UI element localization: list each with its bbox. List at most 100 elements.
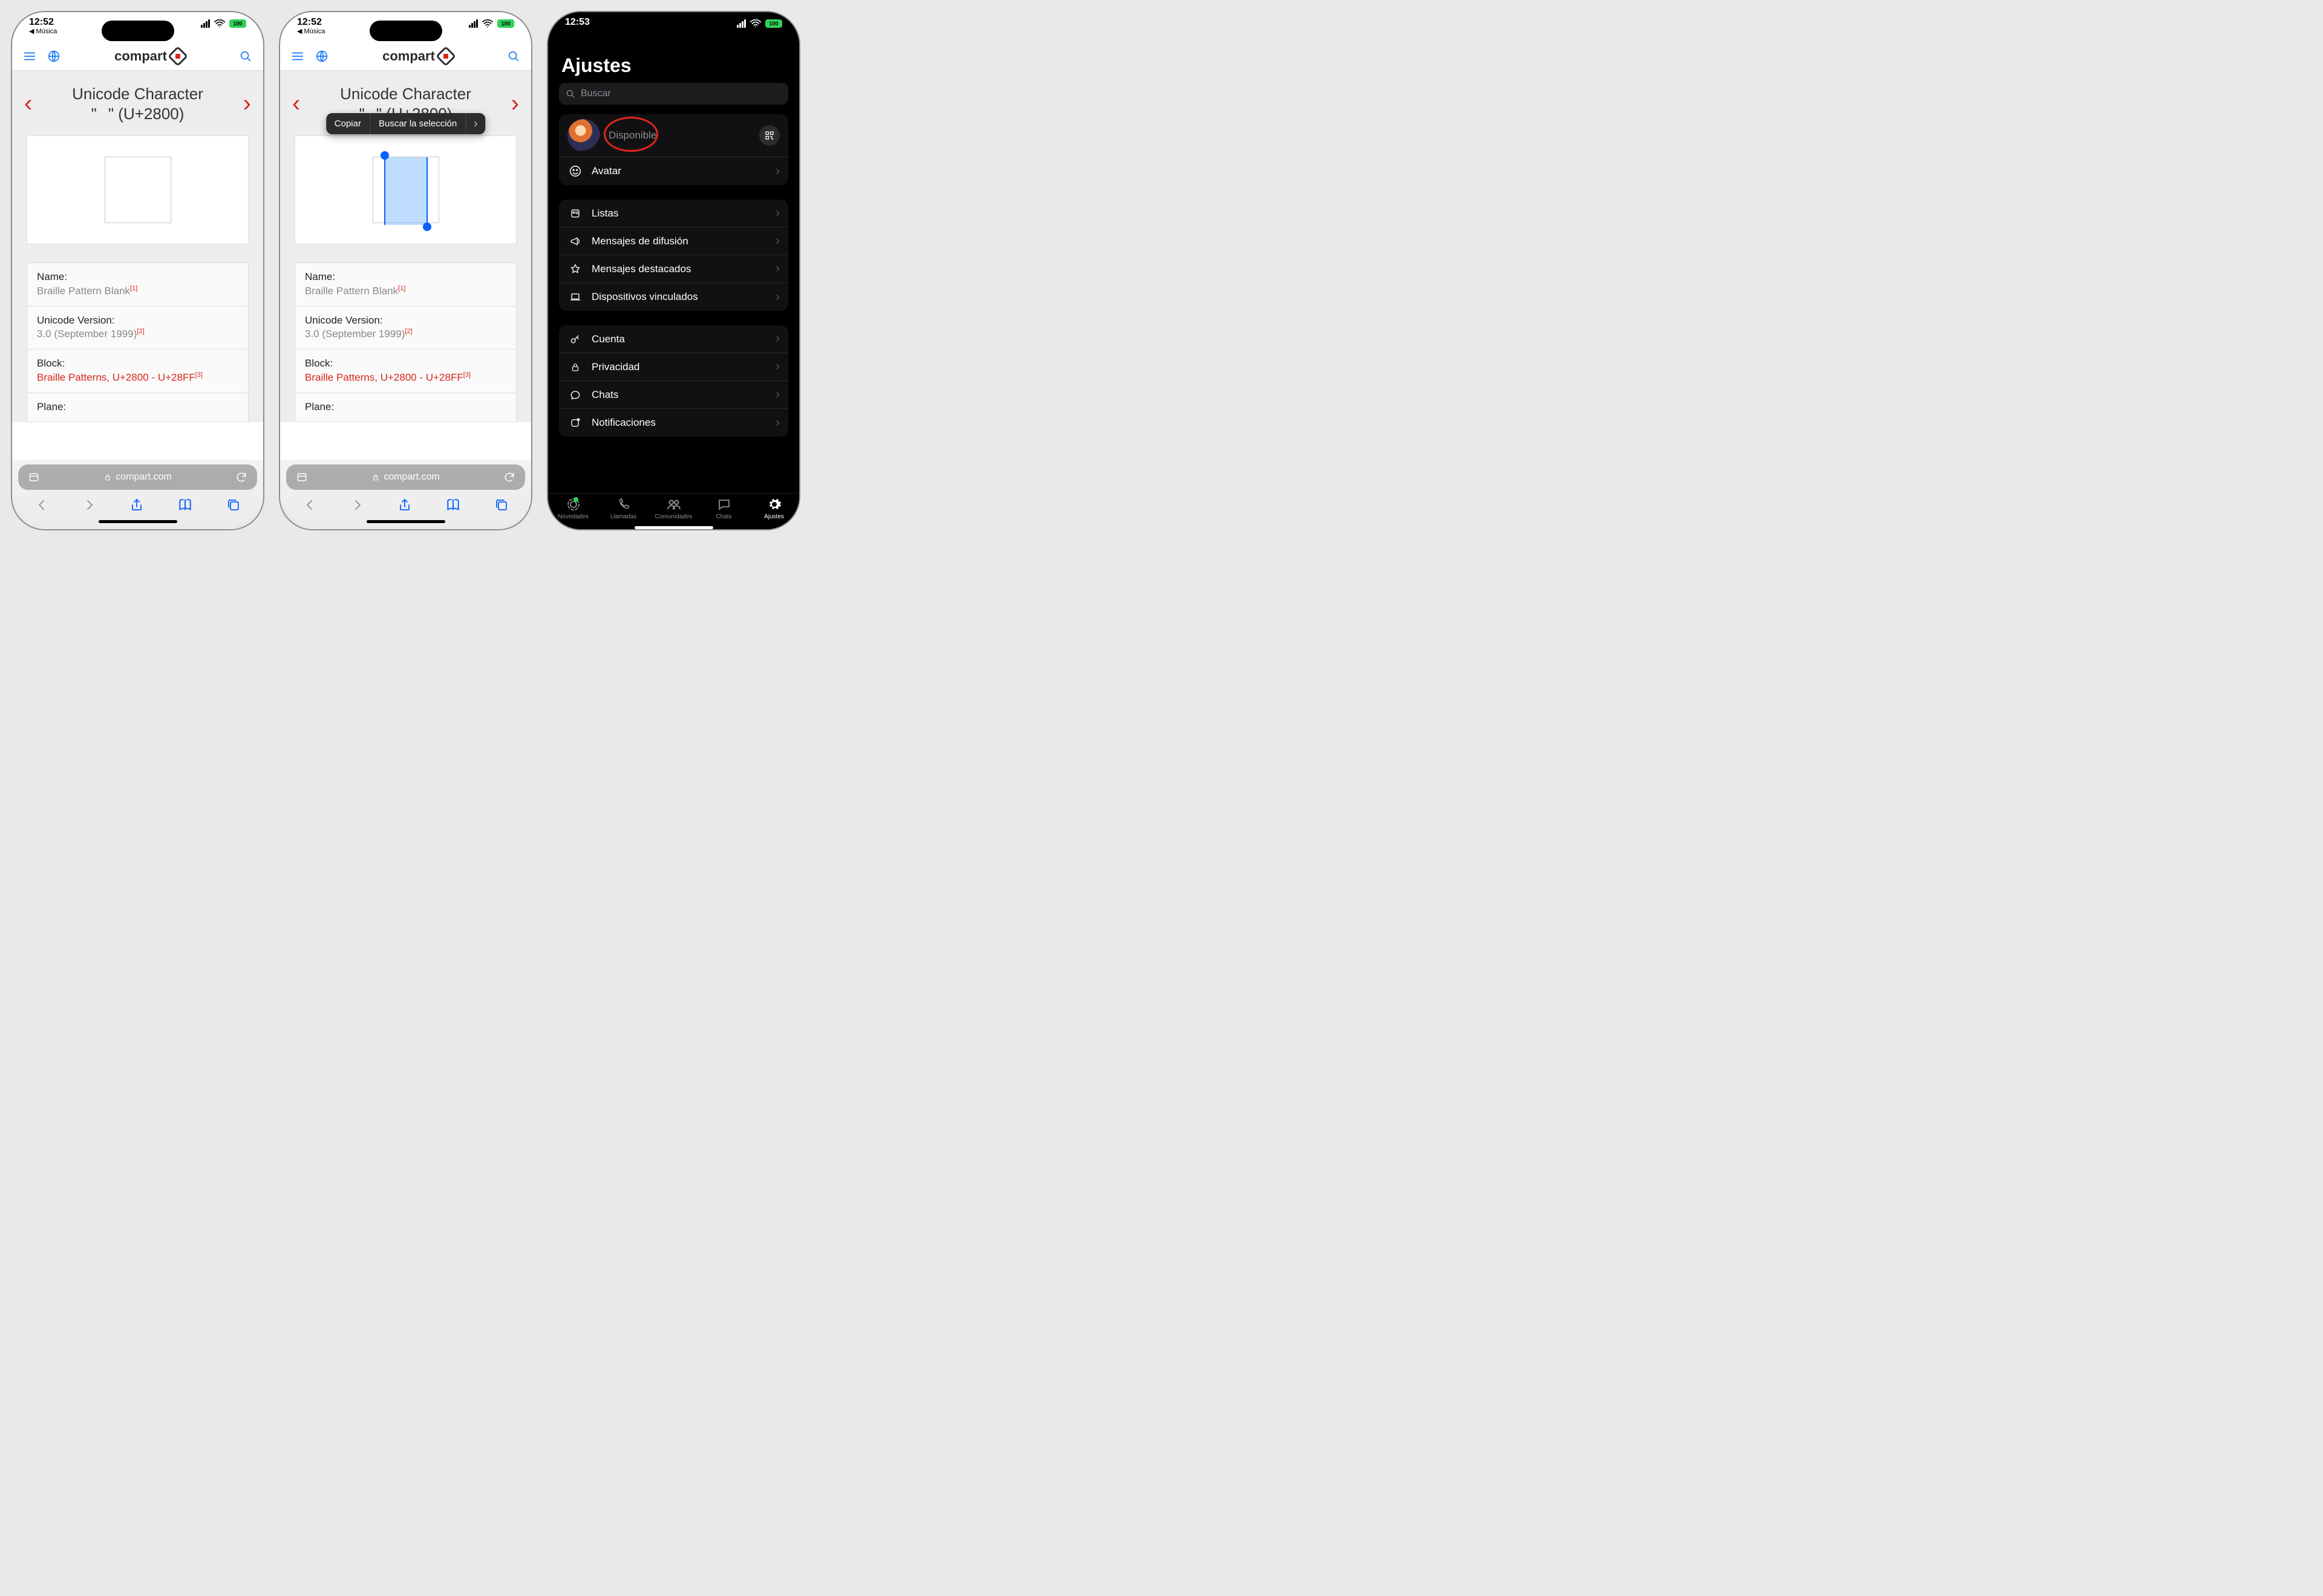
info-plane: Plane: [27, 393, 248, 422]
home-indicator[interactable] [367, 520, 445, 523]
next-char-arrow[interactable]: › [242, 90, 252, 117]
battery-icon: 100 [497, 19, 514, 28]
info-block: Block: Braille Patterns, U+2800 - U+28FF… [27, 350, 248, 393]
search-icon[interactable] [507, 50, 520, 63]
menu-icon[interactable] [23, 50, 36, 63]
chevron-right-icon: › [776, 164, 780, 178]
qr-code-button[interactable] [759, 125, 780, 146]
menu-icon[interactable] [291, 50, 304, 63]
row-destacados[interactable]: Mensajes destacados› [559, 255, 788, 283]
info-name: Name: Braille Pattern Blank[1] [27, 263, 248, 307]
home-indicator[interactable] [99, 520, 177, 523]
row-chats[interactable]: Chats› [559, 381, 788, 409]
clock-time: 12:53 [565, 17, 590, 28]
settings-group-2: Cuenta› Privacidad› Chats› Notificacione… [559, 325, 788, 437]
back-icon[interactable] [34, 498, 49, 512]
clock-time: 12:52 [29, 17, 57, 28]
profile-card: Disponible Avatar › [559, 114, 788, 185]
url-domain: compart.com [116, 472, 171, 483]
dynamic-island [370, 21, 442, 41]
glyph-box[interactable] [105, 157, 171, 223]
tab-novedades[interactable]: Novedades [548, 497, 598, 520]
row-difusion[interactable]: Mensajes de difusión› [559, 227, 788, 255]
dynamic-island [102, 21, 174, 41]
bookmarks-icon[interactable] [445, 497, 461, 513]
site-header: compart [12, 44, 263, 71]
clock-time: 12:52 [297, 17, 325, 28]
cell-signal-icon [201, 19, 210, 28]
dynamic-island [638, 21, 710, 41]
share-icon[interactable] [397, 498, 412, 512]
text-selection-menu: Copiar Buscar la selección [326, 113, 485, 134]
brand-logo[interactable]: compart [382, 48, 453, 64]
next-char-arrow[interactable]: › [510, 90, 520, 117]
menu-search-selection[interactable]: Buscar la selección [370, 113, 466, 134]
back-icon[interactable] [302, 498, 317, 512]
row-listas[interactable]: Listas› [559, 200, 788, 227]
forward-icon [350, 498, 365, 512]
back-to-app[interactable]: ◀ Música [297, 28, 325, 35]
refresh-icon[interactable] [503, 471, 515, 483]
tab-chats[interactable]: Chats [699, 497, 749, 520]
lock-icon [103, 473, 112, 481]
share-icon[interactable] [129, 498, 144, 512]
lock-icon [567, 362, 583, 373]
back-to-app[interactable]: ◀ Música [29, 28, 57, 35]
tab-ajustes[interactable]: Ajustes [749, 497, 799, 520]
refresh-icon[interactable] [235, 471, 247, 483]
menu-copy[interactable]: Copiar [326, 113, 370, 134]
row-dispositivos[interactable]: Dispositivos vinculados› [559, 283, 788, 311]
info-block: Block: Braille Patterns, U+2800 - U+28FF… [295, 350, 516, 393]
wifi-icon [481, 17, 494, 30]
page-content: ‹ Unicode Character"⠀" (U+2800) › Name: … [12, 71, 263, 422]
row-notificaciones[interactable]: Notificaciones› [559, 409, 788, 437]
megaphone-icon [567, 235, 583, 247]
search-placeholder: Buscar [581, 88, 611, 99]
battery-icon: 100 [765, 19, 782, 28]
home-indicator[interactable] [635, 526, 713, 529]
tabs-icon[interactable] [494, 498, 509, 512]
profile-status: Disponible [609, 129, 656, 142]
selection-handle-end[interactable] [423, 223, 431, 231]
bookmarks-icon[interactable] [177, 497, 193, 513]
info-version: Unicode Version: 3.0 (September 1999)[2] [27, 307, 248, 350]
prev-char-arrow[interactable]: ‹ [23, 90, 33, 117]
search-field[interactable]: Buscar [559, 83, 788, 105]
address-bar[interactable]: compart.com [286, 464, 525, 490]
status-dot-icon [573, 497, 578, 502]
page-content: ‹ Unicode Character"⠀" (U+2800) › Copiar… [280, 71, 531, 422]
app-badge-icon [567, 417, 583, 429]
avatar-icon [567, 164, 583, 178]
laptop-icon [567, 291, 583, 303]
row-privacidad[interactable]: Privacidad› [559, 353, 788, 381]
info-version: Unicode Version: 3.0 (September 1999)[2] [295, 307, 516, 350]
settings-screen: Ajustes Buscar Disponible [548, 44, 799, 493]
text-selection[interactable] [384, 157, 428, 225]
cell-signal-icon [737, 19, 746, 28]
globe-icon[interactable] [47, 50, 60, 63]
avatar-row[interactable]: Avatar › [559, 157, 788, 185]
tabs-icon[interactable] [226, 498, 241, 512]
selection-handle-start[interactable] [381, 151, 389, 160]
row-cuenta[interactable]: Cuenta› [559, 325, 788, 353]
phone-whatsapp: 12:53 100 Ajustes Buscar Disponible [548, 12, 799, 529]
phone-safari-2: 12:52 ◀ Música 100 compart ‹ Unicode Cha… [280, 12, 531, 529]
character-info-list: Name: Braille Pattern Blank[1] Unicode V… [27, 262, 249, 422]
reader-icon[interactable] [28, 471, 40, 483]
info-name: Name: Braille Pattern Blank[1] [295, 263, 516, 307]
globe-icon[interactable] [315, 50, 328, 63]
address-bar[interactable]: compart.com [18, 464, 257, 490]
reader-icon[interactable] [296, 471, 308, 483]
glyph-box[interactable] [373, 157, 439, 223]
prev-char-arrow[interactable]: ‹ [291, 90, 301, 117]
tab-llamadas[interactable]: Llamadas [598, 497, 649, 520]
menu-more-icon[interactable] [466, 113, 485, 134]
screen-title: Ajustes [548, 44, 799, 83]
tab-comunidades[interactable]: Comunidades [649, 497, 699, 520]
lock-icon [371, 473, 380, 481]
search-icon[interactable] [239, 50, 252, 63]
character-preview: Copiar Buscar la selección [295, 135, 517, 244]
profile-row[interactable]: Disponible [559, 114, 788, 157]
wifi-icon [749, 17, 762, 30]
brand-logo[interactable]: compart [114, 48, 185, 64]
